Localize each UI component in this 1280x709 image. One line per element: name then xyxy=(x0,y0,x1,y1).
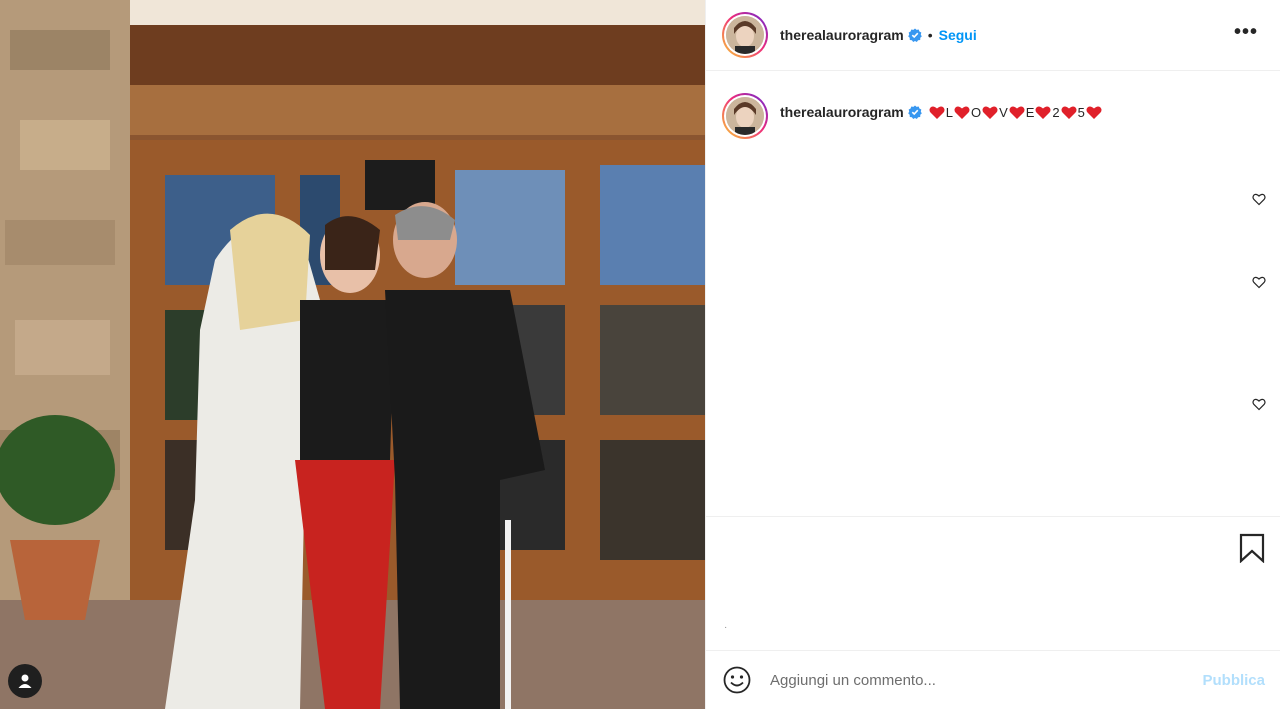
publish-button[interactable]: Pubblica xyxy=(1202,672,1265,689)
user-tag-button[interactable] xyxy=(8,664,42,698)
red-heart-icon xyxy=(954,106,970,119)
post-actions: · xyxy=(706,516,1280,650)
caption-segment: 5 xyxy=(1077,104,1085,120)
red-heart-icon xyxy=(1061,106,1077,119)
author-avatar[interactable] xyxy=(722,12,768,58)
caption-text: L O V E 2 5 xyxy=(928,105,1103,120)
caption-segment: 2 xyxy=(1052,104,1060,120)
caption-segment: O xyxy=(970,104,982,120)
comment-bar: Pubblica xyxy=(706,650,1280,709)
post-photo[interactable] xyxy=(0,0,705,709)
separator-dot: • xyxy=(927,27,933,43)
red-heart-icon xyxy=(1009,106,1025,119)
heart-outline-icon[interactable] xyxy=(1252,275,1266,289)
caption-segment: L xyxy=(945,104,953,120)
caption-dot: · xyxy=(724,622,728,633)
comment-input[interactable] xyxy=(770,671,1170,689)
caption-segment: V xyxy=(999,104,1008,120)
verified-badge-icon xyxy=(907,28,922,42)
caption-author-avatar[interactable] xyxy=(722,93,768,139)
verified-badge-icon xyxy=(907,105,922,119)
red-heart-icon xyxy=(929,106,945,119)
profile-avatar-icon xyxy=(726,97,764,135)
heart-outline-icon[interactable] xyxy=(1252,397,1266,411)
caption-segment: E xyxy=(1025,104,1035,120)
post-header: therealauroragram • Segui ••• xyxy=(706,0,1280,71)
more-options-icon[interactable]: ••• xyxy=(1234,22,1258,42)
bookmark-icon[interactable] xyxy=(1239,533,1265,563)
follow-button[interactable]: Segui xyxy=(939,27,977,43)
red-heart-icon xyxy=(982,106,998,119)
red-heart-icon xyxy=(1035,106,1051,119)
post-side-panel: therealauroragram • Segui ••• therealaur… xyxy=(705,0,1280,709)
author-username[interactable]: therealauroragram xyxy=(780,27,904,43)
red-heart-icon xyxy=(1086,106,1102,119)
emoji-smile-icon[interactable] xyxy=(722,665,752,695)
post-caption: therealauroragram L O V E 2 5 xyxy=(706,71,1280,139)
heart-outline-icon[interactable] xyxy=(1252,192,1266,206)
profile-avatar-icon xyxy=(726,16,764,54)
caption-username[interactable]: therealauroragram xyxy=(780,104,904,120)
post-photo-image xyxy=(0,0,705,709)
user-tag-icon xyxy=(18,674,32,688)
